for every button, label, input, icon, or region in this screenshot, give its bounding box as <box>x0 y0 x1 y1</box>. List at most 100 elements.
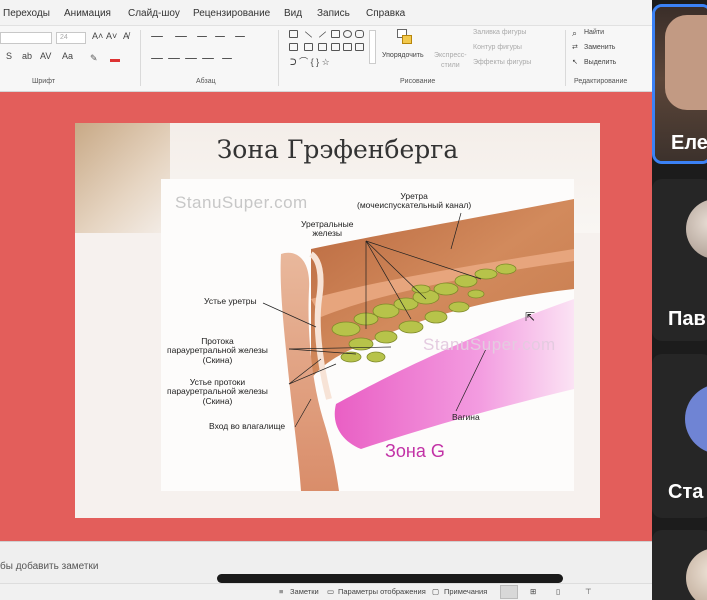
label-ducts: Протока парауретральной железы (Скина) <box>167 336 268 365</box>
font-name-box[interactable] <box>0 32 52 44</box>
notes-placeholder[interactable]: бы добавить заметки <box>0 561 98 572</box>
powerpoint-window: Переходы Анимация Слайд-шоу Рецензирован… <box>0 0 652 600</box>
shape-effects-button[interactable]: Эффекты фигуры <box>473 59 531 66</box>
participant-avatar-2 <box>686 199 707 259</box>
strikethrough-icon[interactable]: S <box>6 51 12 61</box>
mouse-cursor-icon: ⇱ <box>525 310 536 324</box>
justify-icon[interactable] <box>202 58 214 59</box>
display-settings-icon[interactable]: ▭ <box>327 587 334 596</box>
curve-shape-icon[interactable]: ᑐ ⌒ { } ☆ <box>290 55 330 68</box>
label-urethra: Уретра (мочеиспускательный канал) <box>357 191 472 211</box>
tab-record[interactable]: Запись <box>317 8 350 19</box>
line-spacing-icon[interactable] <box>235 36 245 37</box>
label-zone-g: Зона G <box>385 441 445 461</box>
shape-fill-button[interactable]: Заливка фигуры <box>473 29 526 36</box>
label-urethra-opening: Устье уретры <box>204 296 257 306</box>
increase-indent-icon[interactable] <box>215 36 225 37</box>
find-button[interactable]: Найти <box>584 29 604 36</box>
slide-sorter-icon[interactable]: ⊞ <box>530 587 536 596</box>
down-arrow-shape-icon[interactable] <box>331 43 340 51</box>
columns-icon[interactable] <box>222 58 232 59</box>
slide[interactable]: Зона Грэфенберга StanuSuper.com StanuSup… <box>75 123 600 518</box>
label-ducts-line3: (Скина) <box>202 354 233 365</box>
grow-font-icon[interactable]: A˄ <box>92 31 103 41</box>
right-arrow-shape-icon[interactable] <box>318 43 327 51</box>
oval-shape-icon[interactable] <box>343 30 352 38</box>
separator <box>278 30 279 86</box>
align-center-icon[interactable] <box>168 58 180 59</box>
arrow-shape-icon[interactable] <box>318 31 327 38</box>
notes-toggle-button[interactable]: Заметки <box>290 587 319 596</box>
participant-tile-1[interactable]: Еле <box>652 4 707 164</box>
status-bar: ≡ Заметки ▭ Параметры отображения ▢ Прим… <box>0 583 652 600</box>
select-button[interactable]: Выделить <box>584 59 616 66</box>
participant-tile-2[interactable]: Пав <box>652 179 707 341</box>
rectangle-shape-icon[interactable] <box>331 30 340 38</box>
label-urethral-glands: Уретральные железы <box>301 219 353 239</box>
align-right-icon[interactable] <box>185 58 197 59</box>
tab-slideshow[interactable]: Слайд-шоу <box>128 8 180 19</box>
tab-review[interactable]: Рецензирование <box>193 8 270 19</box>
paragraph-group-label: Абзац <box>196 78 216 85</box>
font-group-label: Шрифт <box>32 78 56 85</box>
tab-view[interactable]: Вид <box>284 8 302 19</box>
line-shape-icon[interactable] <box>304 31 313 38</box>
tab-help[interactable]: Справка <box>366 8 405 19</box>
display-settings-button[interactable]: Параметры отображения <box>338 587 426 596</box>
anatomy-illustration: StanuSuper.com StanuSuper.com Уретра (мо… <box>161 179 574 491</box>
notes-toggle-icon[interactable]: ≡ <box>279 587 283 596</box>
flowchart-shape-icon[interactable] <box>355 43 364 51</box>
bullets-icon[interactable] <box>151 36 163 37</box>
label-duct-openings: Устье протоки парауретральной железы (Ск… <box>167 377 268 406</box>
participant-name-2: Пав <box>668 308 706 330</box>
spacing-icon[interactable]: ab <box>22 51 32 61</box>
normal-view-icon[interactable] <box>500 585 518 599</box>
triangle-shape-icon[interactable] <box>289 43 298 51</box>
textbox-shape-icon[interactable] <box>289 30 298 38</box>
horizontal-scrollbar[interactable] <box>217 574 563 583</box>
quick-styles-label-1[interactable]: Экспресс- <box>434 52 467 59</box>
shapes-gallery-scroll[interactable] <box>369 30 376 64</box>
shape-outline-button[interactable]: Контур фигуры <box>473 44 522 51</box>
reading-view-icon[interactable]: ▯ <box>556 587 560 596</box>
participant-name-3: Ста <box>668 481 704 503</box>
separator <box>140 30 141 86</box>
char-spacing-icon[interactable]: AV <box>40 51 51 61</box>
l-shape-icon[interactable] <box>304 43 313 51</box>
slideshow-icon[interactable]: ⊤ <box>585 587 592 596</box>
font-size-box[interactable]: 24 <box>56 32 86 44</box>
participant-tile-4[interactable] <box>652 530 707 600</box>
watermark-top: StanuSuper.com <box>175 193 308 212</box>
replace-icon: ⇄ <box>572 44 578 51</box>
label-urethra-line2: (мочеиспускательный канал) <box>357 200 472 211</box>
participant-avatar-3 <box>685 384 707 454</box>
numbering-icon[interactable] <box>175 36 187 37</box>
decrease-indent-icon[interactable] <box>197 36 207 37</box>
label-vaginal-entrance: Вход во влагалище <box>209 421 286 431</box>
label-glands-line2: железы <box>312 228 343 239</box>
tab-animations[interactable]: Анимация <box>64 8 111 19</box>
font-color-icon[interactable] <box>110 53 120 62</box>
replace-button[interactable]: Заменить <box>584 44 615 51</box>
align-left-icon[interactable] <box>151 58 163 59</box>
pentagon-shape-icon[interactable] <box>343 43 352 51</box>
arrange-icon[interactable] <box>397 29 413 45</box>
clear-format-icon[interactable]: A̸ <box>123 31 129 41</box>
search-icon: ⌕ <box>572 28 578 38</box>
participant-name-1: Еле <box>671 132 707 154</box>
comments-icon[interactable]: ▢ <box>432 587 439 596</box>
drawing-group-label: Рисование <box>400 78 436 85</box>
watermark-center: StanuSuper.com <box>423 335 556 354</box>
participant-tile-3[interactable]: Ста <box>652 354 707 518</box>
quick-styles-label-2[interactable]: стили <box>441 62 460 69</box>
comments-button[interactable]: Примечания <box>444 587 487 596</box>
change-case-icon[interactable]: Aa <box>62 51 73 61</box>
highlight-icon[interactable]: ✎ <box>90 53 98 64</box>
select-icon: ↖ <box>572 59 578 66</box>
shrink-font-icon[interactable]: A˅ <box>106 31 117 41</box>
arrange-button[interactable]: Упорядочить <box>382 52 424 59</box>
tab-transitions[interactable]: Переходы <box>3 8 50 19</box>
rounded-rect-shape-icon[interactable] <box>355 30 364 38</box>
participant-photo-1 <box>665 15 707 110</box>
ribbon-tabs: Переходы Анимация Слайд-шоу Рецензирован… <box>0 0 652 26</box>
